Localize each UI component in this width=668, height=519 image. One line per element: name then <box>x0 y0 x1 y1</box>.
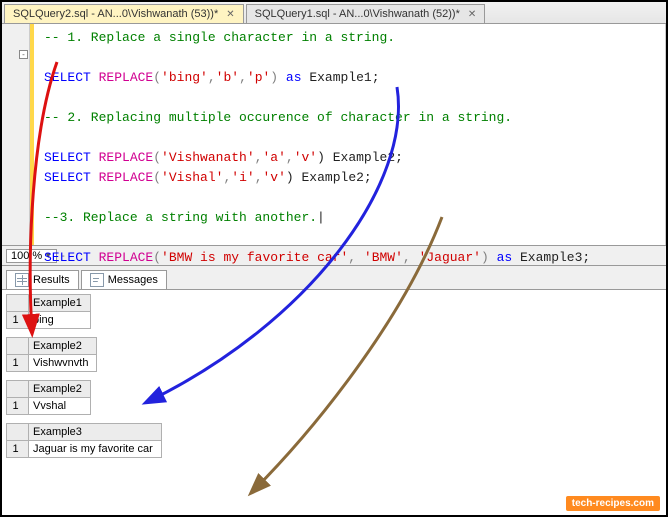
result-grid-2: Example2 1Vishwvnvth <box>6 337 666 372</box>
comma: , <box>255 170 263 185</box>
paren: ( <box>153 150 161 165</box>
editor-pane: - -- 1. Replace a single character in a … <box>2 24 666 246</box>
column-header[interactable]: Example3 <box>29 424 162 441</box>
row-number[interactable]: 1 <box>7 312 29 329</box>
cell-value[interactable]: Jaguar is my favorite car <box>29 441 162 458</box>
sql-editor[interactable]: -- 1. Replace a single character in a st… <box>30 24 666 245</box>
function: REPLACE <box>99 70 154 85</box>
tab-messages[interactable]: Messages <box>81 270 167 289</box>
string: 'v' <box>294 150 317 165</box>
collapse-toggle-icon[interactable]: - <box>19 50 28 59</box>
keyword: SELECT <box>44 170 91 185</box>
column-header[interactable]: Example2 <box>29 381 91 398</box>
file-tab-label: SQLQuery2.sql - AN...0\Vishwanath (53))* <box>13 8 218 20</box>
keyword: SELECT <box>44 250 91 265</box>
alias: Example3; <box>512 250 590 265</box>
grid-corner[interactable] <box>7 295 29 312</box>
comma: , <box>403 250 411 265</box>
string: 'BMW is my favorite car' <box>161 250 348 265</box>
cell-value[interactable]: Vishwvnvth <box>29 355 97 372</box>
comma: , <box>286 150 294 165</box>
tab-messages-label: Messages <box>108 274 158 286</box>
grid-icon <box>15 273 29 287</box>
close-icon[interactable]: ✕ <box>468 9 476 20</box>
cell-value[interactable]: ping <box>29 312 91 329</box>
string: 'bing' <box>161 70 208 85</box>
string: 'v' <box>263 170 286 185</box>
function: REPLACE <box>99 170 154 185</box>
row-number[interactable]: 1 <box>7 398 29 415</box>
grid-corner[interactable] <box>7 338 29 355</box>
editor-gutter: - <box>2 24 30 245</box>
string: 'BMW' <box>364 250 403 265</box>
alias: ) Example2; <box>286 170 372 185</box>
string: 'i' <box>231 170 254 185</box>
tab-results[interactable]: Results <box>6 270 79 289</box>
paren: ) <box>481 250 497 265</box>
results-tabs: Results Messages <box>2 266 666 290</box>
tab-results-label: Results <box>33 274 70 286</box>
result-grid-3: Example2 1Vvshal <box>6 380 666 415</box>
alias: ) Example2; <box>317 150 403 165</box>
keyword: as <box>286 70 302 85</box>
string: 'a' <box>262 150 285 165</box>
paren: ( <box>153 70 161 85</box>
alias: Example1; <box>302 70 380 85</box>
comma: , <box>239 70 247 85</box>
result-grid-4: Example3 1Jaguar is my favorite car <box>6 423 666 458</box>
file-tab-1[interactable]: SQLQuery2.sql - AN...0\Vishwanath (53))*… <box>4 4 244 23</box>
keyword: as <box>497 250 513 265</box>
cell-value[interactable]: Vvshal <box>29 398 91 415</box>
keyword: SELECT <box>44 70 91 85</box>
string: 'b' <box>216 70 239 85</box>
comment: --3. Replace a string with another. <box>44 210 317 225</box>
comment: -- 1. Replace a single character in a st… <box>44 30 395 45</box>
zoom-value: 100 % <box>11 250 42 262</box>
string: 'Vishal' <box>161 170 223 185</box>
close-icon[interactable]: ✕ <box>226 9 234 20</box>
string: 'Jaguar' <box>419 250 481 265</box>
comment: -- 2. Replacing multiple occurence of ch… <box>44 110 512 125</box>
keyword: SELECT <box>44 150 91 165</box>
file-tab-label: SQLQuery1.sql - AN...0\Vishwanath (52))* <box>255 8 460 20</box>
grid-corner[interactable] <box>7 381 29 398</box>
string: 'p' <box>247 70 270 85</box>
column-header[interactable]: Example2 <box>29 338 97 355</box>
column-header[interactable]: Example1 <box>29 295 91 312</box>
paren: ( <box>153 170 161 185</box>
paren: ) <box>270 70 286 85</box>
messages-icon <box>90 273 104 287</box>
grid-corner[interactable] <box>7 424 29 441</box>
comma: , <box>348 250 356 265</box>
watermark: tech-recipes.com <box>566 496 660 511</box>
function: REPLACE <box>99 150 154 165</box>
file-tab-2[interactable]: SQLQuery1.sql - AN...0\Vishwanath (52))*… <box>246 4 486 23</box>
results-pane[interactable]: Example1 1ping Example2 1Vishwvnvth Exam… <box>2 290 666 505</box>
comma: , <box>208 70 216 85</box>
function: REPLACE <box>99 250 154 265</box>
row-number[interactable]: 1 <box>7 355 29 372</box>
row-number[interactable]: 1 <box>7 441 29 458</box>
result-grid-1: Example1 1ping <box>6 294 666 329</box>
paren: ( <box>153 250 161 265</box>
file-tabs: SQLQuery2.sql - AN...0\Vishwanath (53))*… <box>2 2 666 24</box>
string: 'Vishwanath' <box>161 150 255 165</box>
